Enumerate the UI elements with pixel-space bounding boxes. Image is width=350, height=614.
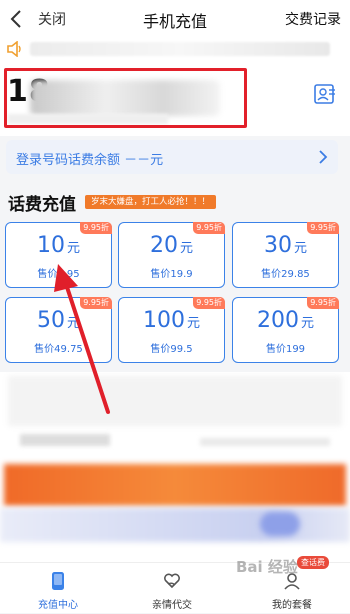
blurred-block xyxy=(200,438,330,446)
blurred-block xyxy=(8,376,342,426)
amount-value: 10 xyxy=(36,233,65,258)
balance-text: 登录号码话费余额 －－元 xyxy=(16,153,164,168)
balance-row[interactable]: 登录号码话费余额 －－元 xyxy=(6,140,338,174)
amount-unit: 元 xyxy=(179,241,193,256)
speaker-icon xyxy=(7,41,21,57)
blurred-block xyxy=(20,434,110,446)
blurred-button xyxy=(260,512,300,536)
recharge-tile[interactable]: 9.95折 200 元 售价199 xyxy=(232,297,339,363)
blurred-banner xyxy=(4,464,346,506)
amount-unit: 元 xyxy=(66,316,80,331)
price-label: 售价9.95 xyxy=(37,269,80,280)
price-label: 售价199 xyxy=(265,344,306,355)
tab-recharge-center[interactable]: 充值中心 xyxy=(0,563,116,614)
tab-label: 亲情代交 xyxy=(152,600,192,611)
highlight-box xyxy=(4,68,247,128)
amount-value: 100 xyxy=(142,308,185,333)
price-label: 售价29.85 xyxy=(261,269,310,280)
contacts-icon[interactable] xyxy=(314,84,336,104)
check-bill-tag: 查话费 xyxy=(297,556,329,569)
promo-badge: 岁末大嫌盘，打工人必抢！！！ xyxy=(85,195,217,209)
recharge-tile[interactable]: 9.95折 50 元 售价49.75 xyxy=(5,297,112,363)
phone-number-card: 18 xyxy=(0,60,350,136)
chevron-right-icon xyxy=(319,150,328,164)
amount-unit: 元 xyxy=(293,241,307,256)
phone-icon xyxy=(52,572,64,590)
price-label: 售价99.5 xyxy=(150,344,193,355)
recharge-tile[interactable]: 9.95折 100 元 售价99.5 xyxy=(118,297,225,363)
section-title: 话费充值 xyxy=(8,195,76,215)
price-label: 售价19.9 xyxy=(150,269,193,280)
tab-label: 我的套餐 xyxy=(272,600,312,611)
recharge-tile[interactable]: 9.95折 20 元 售价19.9 xyxy=(118,222,225,288)
amount-unit: 元 xyxy=(66,241,80,256)
notice-bar xyxy=(0,38,350,60)
top-bar: 关闭 手机充值 交费记录 xyxy=(0,0,350,38)
heart-hand-icon xyxy=(164,573,180,589)
watermark: Bai 经验 xyxy=(236,558,298,576)
blurred-content-area xyxy=(0,372,350,562)
amount-unit: 元 xyxy=(300,316,314,331)
amount-value: 30 xyxy=(263,233,292,258)
recharge-tile[interactable]: 9.95折 30 元 售价29.85 xyxy=(232,222,339,288)
recharge-tile[interactable]: 9.95折 10 元 售价9.95 xyxy=(5,222,112,288)
notice-text-blurred xyxy=(30,42,330,56)
price-label: 售价49.75 xyxy=(34,344,83,355)
tab-label: 充值中心 xyxy=(38,600,78,611)
tab-family-pay[interactable]: 亲情代交 xyxy=(114,563,230,614)
amount-value: 20 xyxy=(149,233,178,258)
amount-unit: 元 xyxy=(186,316,200,331)
amount-value: 50 xyxy=(36,308,65,333)
amount-value: 200 xyxy=(256,308,299,333)
payment-records-link[interactable]: 交费记录 xyxy=(285,9,341,29)
